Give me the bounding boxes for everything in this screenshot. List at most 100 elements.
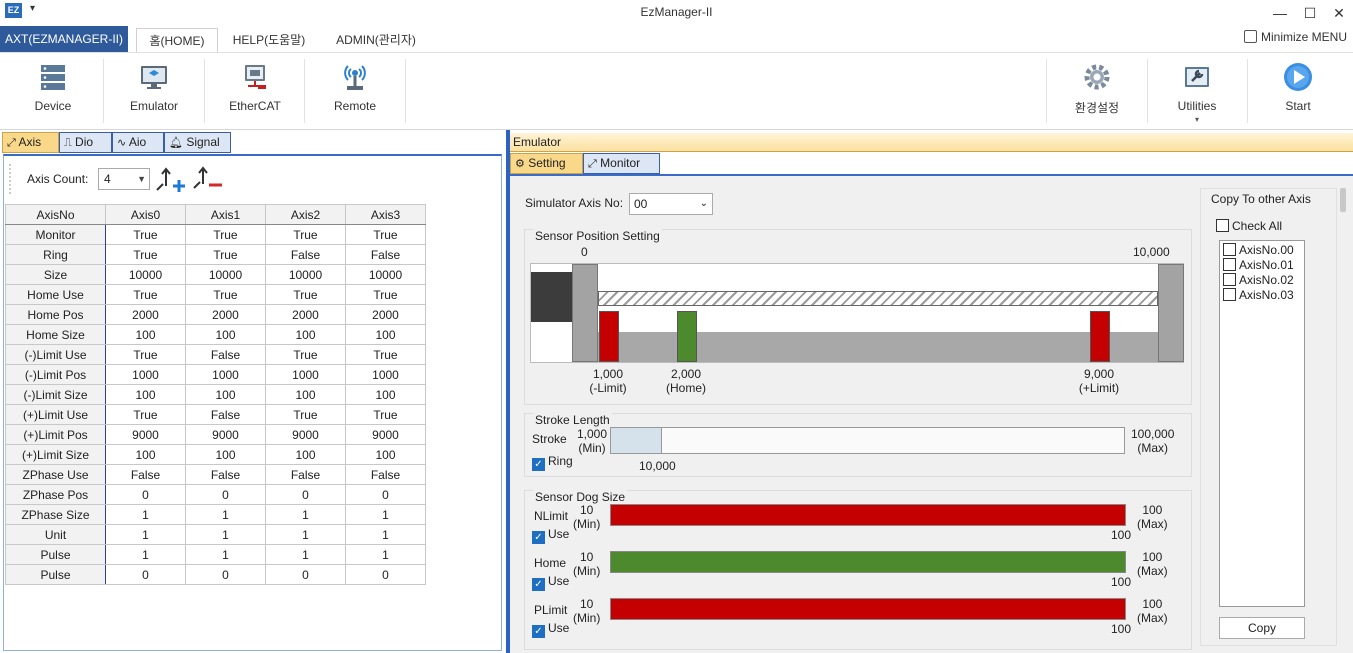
- table-cell[interactable]: 0: [105, 484, 186, 505]
- row-header-cell[interactable]: Home Use: [5, 284, 106, 305]
- table-cell[interactable]: False: [265, 244, 346, 265]
- table-cell[interactable]: 0: [265, 484, 346, 505]
- table-cell[interactable]: True: [345, 284, 426, 305]
- table-cell[interactable]: 100: [345, 384, 426, 405]
- tab-axis[interactable]: ⤢ Axis: [2, 132, 59, 153]
- table-cell[interactable]: True: [345, 224, 426, 245]
- settings-button[interactable]: 환경설정: [1062, 59, 1132, 125]
- row-header-cell[interactable]: (-)Limit Pos: [5, 364, 106, 385]
- table-cell[interactable]: 9000: [345, 424, 426, 445]
- table-cell[interactable]: 1: [345, 524, 426, 545]
- plimit-dog-marker[interactable]: [1090, 311, 1110, 362]
- checkmark-icon[interactable]: ✓: [532, 578, 545, 591]
- table-cell[interactable]: True: [265, 224, 346, 245]
- row-header-cell[interactable]: Home Size: [5, 324, 106, 345]
- table-cell[interactable]: 0: [105, 564, 186, 585]
- table-cell[interactable]: 1: [185, 504, 266, 525]
- table-cell[interactable]: True: [185, 224, 266, 245]
- copy-axis-item[interactable]: AxisNo.03: [1223, 288, 1294, 302]
- table-cell[interactable]: 1: [265, 504, 346, 525]
- table-cell[interactable]: 100: [185, 324, 266, 345]
- row-header-cell[interactable]: Pulse: [5, 564, 106, 585]
- row-header-cell[interactable]: Home Pos: [5, 304, 106, 325]
- column-header[interactable]: Axis0: [105, 204, 186, 225]
- dog-use-checkbox[interactable]: ✓ Use: [532, 621, 569, 638]
- table-cell[interactable]: True: [105, 404, 186, 425]
- table-row[interactable]: Home Pos 2000 2000 2000 2000: [5, 304, 426, 325]
- table-cell[interactable]: 0: [345, 484, 426, 505]
- tab-dio[interactable]: ⎍ Dio: [59, 132, 112, 153]
- checkbox-icon[interactable]: [1216, 219, 1229, 232]
- table-cell[interactable]: 10000: [105, 264, 186, 285]
- table-row[interactable]: (+)Limit Pos 9000 9000 9000 9000: [5, 424, 426, 445]
- table-cell[interactable]: True: [105, 344, 186, 365]
- table-row[interactable]: Pulse 1 1 1 1: [5, 544, 426, 565]
- checkbox-icon[interactable]: [1223, 273, 1236, 286]
- emulator-button[interactable]: Emulator: [120, 59, 188, 125]
- table-cell[interactable]: 1000: [105, 364, 186, 385]
- maximize-window-button[interactable]: ☐: [1298, 3, 1322, 23]
- table-cell[interactable]: 2000: [265, 304, 346, 325]
- dog-size-slider[interactable]: [610, 598, 1126, 620]
- checkmark-icon[interactable]: ✓: [532, 625, 545, 638]
- table-cell[interactable]: 100: [105, 384, 186, 405]
- row-header-cell[interactable]: ZPhase Size: [5, 504, 106, 525]
- device-button[interactable]: Device: [20, 59, 86, 125]
- table-cell[interactable]: True: [185, 284, 266, 305]
- copy-axis-item[interactable]: AxisNo.00: [1223, 243, 1294, 257]
- table-cell[interactable]: 9000: [105, 424, 186, 445]
- table-row[interactable]: Ring True True False False: [5, 244, 426, 265]
- table-cell[interactable]: True: [105, 224, 186, 245]
- sim-axis-combo[interactable]: 00 ⌄: [629, 193, 713, 215]
- table-cell[interactable]: False: [185, 344, 266, 365]
- copy-axis-item[interactable]: AxisNo.02: [1223, 273, 1294, 287]
- vertical-scrollbar[interactable]: [1340, 188, 1346, 212]
- table-cell[interactable]: True: [265, 404, 346, 425]
- close-window-button[interactable]: ✕: [1327, 3, 1351, 23]
- row-header-cell[interactable]: Size: [5, 264, 106, 285]
- table-cell[interactable]: False: [105, 464, 186, 485]
- copy-button[interactable]: Copy: [1219, 617, 1305, 639]
- table-row[interactable]: (+)Limit Use True False True True: [5, 404, 426, 425]
- minimize-menu-checkbox-icon[interactable]: [1243, 30, 1257, 43]
- dog-size-slider[interactable]: [610, 551, 1126, 573]
- stroke-slider-fill[interactable]: [611, 428, 663, 453]
- utilities-button[interactable]: Utilities ▾: [1162, 59, 1232, 125]
- table-cell[interactable]: 100: [345, 324, 426, 345]
- table-cell[interactable]: 0: [265, 564, 346, 585]
- table-row[interactable]: Unit 1 1 1 1: [5, 524, 426, 545]
- table-cell[interactable]: 100: [185, 444, 266, 465]
- start-button[interactable]: Start: [1265, 59, 1331, 125]
- dog-use-checkbox[interactable]: ✓ Use: [532, 574, 569, 591]
- table-cell[interactable]: False: [345, 464, 426, 485]
- table-cell[interactable]: 1: [105, 504, 186, 525]
- table-cell[interactable]: 1000: [345, 364, 426, 385]
- dog-size-slider[interactable]: [610, 504, 1126, 526]
- table-row[interactable]: Home Size 100 100 100 100: [5, 324, 426, 345]
- tab-monitor[interactable]: ⤢ Monitor: [583, 153, 660, 174]
- table-row[interactable]: (-)Limit Use True False True True: [5, 344, 426, 365]
- row-header-cell[interactable]: (-)Limit Size: [5, 384, 106, 405]
- table-cell[interactable]: 1: [105, 524, 186, 545]
- table-cell[interactable]: 0: [185, 564, 266, 585]
- row-header-cell[interactable]: (+)Limit Use: [5, 404, 106, 425]
- tab-signal[interactable]: 🔔︎ Signal: [164, 132, 231, 153]
- tab-admin[interactable]: ADMIN(관리자): [326, 28, 426, 52]
- table-row[interactable]: ZPhase Pos 0 0 0 0: [5, 484, 426, 505]
- utilities-dropdown-icon[interactable]: ▾: [1162, 115, 1232, 124]
- table-cell[interactable]: True: [105, 284, 186, 305]
- row-header-cell[interactable]: Monitor: [5, 224, 106, 245]
- table-row[interactable]: (-)Limit Size 100 100 100 100: [5, 384, 426, 405]
- chevron-down-icon[interactable]: ⌄: [700, 194, 708, 214]
- checkbox-icon[interactable]: [1223, 288, 1236, 301]
- remote-button[interactable]: Remote: [322, 59, 388, 125]
- column-header[interactable]: Axis3: [345, 204, 426, 225]
- tab-home[interactable]: 홈(HOME): [136, 28, 218, 52]
- chevron-down-icon[interactable]: ▼: [137, 169, 146, 189]
- table-cell[interactable]: 1000: [185, 364, 266, 385]
- row-header-cell[interactable]: ZPhase Pos: [5, 484, 106, 505]
- home-dog-marker[interactable]: [677, 311, 697, 362]
- axis-count-combo[interactable]: 4 ▼: [98, 168, 150, 190]
- table-cell[interactable]: 10000: [345, 264, 426, 285]
- app-menu-button[interactable]: AXT(EZMANAGER-II): [0, 26, 128, 52]
